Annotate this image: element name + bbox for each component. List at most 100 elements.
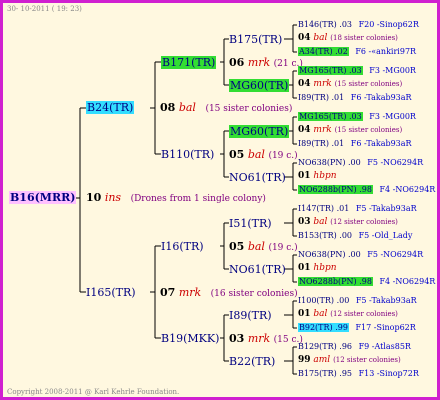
g4-origin: F5 -Takab93aR bbox=[355, 296, 417, 305]
root-note: (Drones from 1 single colony) bbox=[130, 194, 266, 204]
g4-number: 04 bbox=[298, 79, 311, 89]
g4-code: mrk bbox=[313, 125, 332, 135]
g4-bottom-line: NO6288b(PN) .98 F4 -NO6294R bbox=[298, 275, 435, 288]
g2-number: 03 bbox=[229, 332, 245, 345]
g4-top-line: B129(TR) .96 F9 -Atlas85R bbox=[298, 340, 411, 353]
g4-origin: F9 -Atlas85R bbox=[358, 342, 411, 351]
g2-number: 05 bbox=[229, 240, 245, 253]
g4-number: 04 bbox=[298, 33, 311, 43]
header-date: 30- 10-2011 ( 19: 23) bbox=[7, 5, 82, 13]
g4-top-line: I100(TR) .00 F5 -Takab93aR bbox=[298, 294, 417, 307]
g2-code: bal bbox=[247, 240, 265, 253]
g2-mating-line: 03 mrk (15 c.) bbox=[229, 332, 303, 347]
g2-code: bal bbox=[247, 148, 265, 161]
g4-mating-line: 03 bal (12 sister colonies) bbox=[298, 216, 398, 229]
g4-code: bal bbox=[313, 217, 328, 227]
g4-top-line: B146(TR) .03 F20 -Sinop62R bbox=[298, 18, 419, 31]
g2-code: mrk bbox=[247, 56, 271, 69]
g4-note: (12 sister colonies) bbox=[330, 218, 398, 226]
g4-bottom-line: I89(TR) .01 F6 -Takab93aR bbox=[298, 91, 412, 104]
g4-origin: F4 -NO6294R bbox=[379, 185, 436, 194]
g4-number: 99 bbox=[298, 355, 311, 365]
g4-origin: F5 -Old_Lady bbox=[358, 231, 413, 240]
g4-origin: F20 -Sinop62R bbox=[358, 20, 419, 29]
g4-queen-id: I100(TR) .00 bbox=[298, 296, 350, 305]
g4-queen-id: MG165(TR) .03 bbox=[298, 66, 363, 75]
g4-note: (12 sister colonies) bbox=[330, 310, 398, 318]
g2-queen-id: I16(TR) bbox=[161, 240, 204, 253]
g4-origin: F6 -Takab93aR bbox=[350, 139, 412, 148]
g3-queen-id: NO61(TR) bbox=[229, 263, 286, 276]
g4-bottom-line: B153(TR) .00 F5 -Old_Lady bbox=[298, 229, 412, 242]
g4-number: 01 bbox=[298, 309, 311, 319]
g4-origin: F3 -MG00R bbox=[369, 66, 416, 75]
g3-queen-id: MG60(TR) bbox=[229, 125, 290, 138]
g4-queen-id: B153(TR) .00 bbox=[298, 231, 353, 240]
g4-mating-line: 04 mrk (15 sister colonies) bbox=[298, 78, 402, 91]
g2-mating-line: 05 bal (19 c.) bbox=[229, 148, 298, 163]
g4-queen-id: B129(TR) .96 bbox=[298, 342, 353, 351]
g4-mating-line: 04 bal (18 sister colonies) bbox=[298, 32, 398, 45]
g1-number: 08 bbox=[160, 101, 176, 114]
g4-number: 01 bbox=[298, 171, 311, 181]
g4-top-line: MG165(TR) .03 F3 -MG00R bbox=[298, 110, 416, 123]
g1-queen-id: B24(TR) bbox=[86, 101, 135, 114]
g2-queen-id: B19(MKK) bbox=[161, 332, 220, 345]
root-queen-id: B16(MRR) bbox=[9, 191, 77, 204]
g4-bottom-line: A34(TR) .02 F6 -«ankiri97R bbox=[298, 45, 416, 58]
g4-top-line: NO638(PN) .00 F5 -NO6294R bbox=[298, 156, 423, 169]
g4-origin: F5 -NO6294R bbox=[367, 158, 424, 167]
g3-queen-id: B22(TR) bbox=[229, 355, 276, 368]
g4-queen-id: I89(TR) .01 bbox=[298, 139, 345, 148]
g4-queen-id: NO638(PN) .00 bbox=[298, 158, 361, 167]
g4-code: bal bbox=[313, 309, 328, 319]
footer-copyright: Copyright 2008-2011 @ Karl Kehrle Founda… bbox=[7, 388, 180, 396]
g4-code: bal bbox=[313, 33, 328, 43]
g2-queen-id: B171(TR) bbox=[161, 56, 217, 69]
g1-number: 07 bbox=[160, 286, 176, 299]
g4-mating-line: 01 bal (12 sister colonies) bbox=[298, 308, 398, 321]
g4-bottom-line: I89(TR) .01 F6 -Takab93aR bbox=[298, 137, 412, 150]
g3-queen-id: I89(TR) bbox=[229, 309, 272, 322]
g4-top-line: I147(TR) .01 F5 -Takab93aR bbox=[298, 202, 417, 215]
g4-note: (15 sister colonies) bbox=[334, 80, 403, 88]
g4-origin: F6 -«ankiri97R bbox=[355, 47, 417, 56]
g2-mating-line: 05 bal (19 c.) bbox=[229, 240, 298, 255]
g4-queen-id: NO6288b(PN) .98 bbox=[298, 185, 373, 194]
g2-code: mrk bbox=[247, 332, 271, 345]
g4-code: aml bbox=[313, 355, 331, 365]
g4-top-line: NO638(PN) .00 F5 -NO6294R bbox=[298, 248, 423, 261]
g4-bottom-line: B92(TR) .99 F17 -Sinop62R bbox=[298, 321, 416, 334]
g2-note: (19 c.) bbox=[268, 243, 298, 253]
g4-queen-id: B146(TR) .03 bbox=[298, 20, 353, 29]
g3-queen-id: I51(TR) bbox=[229, 217, 272, 230]
g4-queen-id: I89(TR) .01 bbox=[298, 93, 345, 102]
g4-origin: F5 -Takab93aR bbox=[355, 204, 417, 213]
g4-queen-id: I147(TR) .01 bbox=[298, 204, 350, 213]
g4-origin: F6 -Takab93aR bbox=[350, 93, 412, 102]
g4-origin: F4 -NO6294R bbox=[379, 277, 436, 286]
g4-origin: F13 -Sinop72R bbox=[358, 369, 419, 378]
g4-queen-id: A34(TR) .02 bbox=[298, 47, 349, 56]
g4-queen-id: B175(TR) .95 bbox=[298, 369, 353, 378]
g1-code: bal bbox=[178, 101, 196, 114]
g4-mating-line: 01 hbpn bbox=[298, 262, 337, 275]
g2-note: (19 c.) bbox=[268, 151, 298, 161]
g4-note: (15 sister colonies) bbox=[334, 126, 403, 134]
g4-number: 01 bbox=[298, 263, 311, 273]
root-queen-line: 10 ins (Drones from 1 single colony) bbox=[86, 191, 266, 206]
g2-queen-id: B110(TR) bbox=[161, 148, 215, 161]
g2-mating-line: 06 mrk (21 c.) bbox=[229, 56, 303, 71]
g4-queen-id: NO638(PN) .00 bbox=[298, 250, 361, 259]
g4-code: hbpn bbox=[313, 263, 337, 273]
root-code: ins bbox=[104, 191, 122, 204]
g1-note: (16 sister colonies) bbox=[210, 289, 298, 299]
g1-queen-id: I165(TR) bbox=[86, 286, 136, 299]
g4-origin: F17 -Sinop62R bbox=[355, 323, 416, 332]
root-number: 10 bbox=[86, 191, 102, 204]
g3-queen-id: MG60(TR) bbox=[229, 79, 290, 92]
g3-queen-id: NO61(TR) bbox=[229, 171, 286, 184]
g1-mating-line: 08 bal (15 sister colonies) bbox=[160, 101, 292, 116]
g1-mating-line: 07 mrk (16 sister colonies) bbox=[160, 286, 298, 301]
g4-bottom-line: NO6288b(PN) .98 F4 -NO6294R bbox=[298, 183, 435, 196]
